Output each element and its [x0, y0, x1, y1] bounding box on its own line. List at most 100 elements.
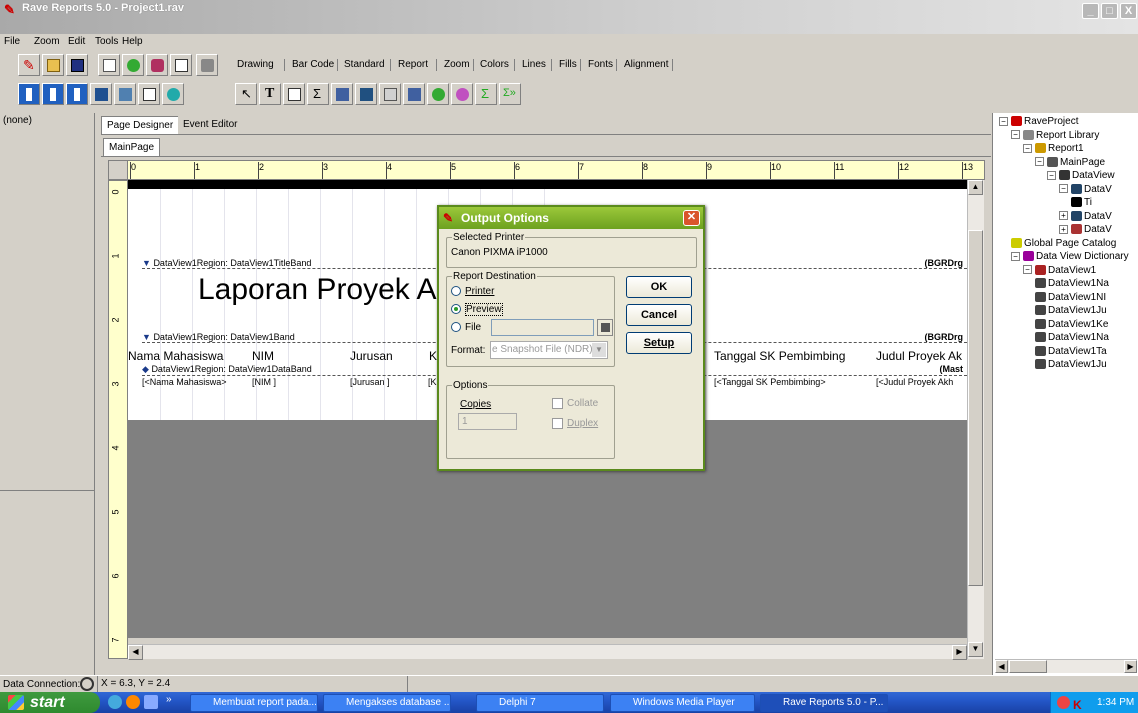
dest-preview-radio[interactable]: Preview [451, 303, 503, 316]
tab-colors[interactable]: Colors [480, 59, 509, 70]
header-nim[interactable]: NIM [252, 349, 274, 363]
dest-printer-radio[interactable]: Printer [451, 286, 494, 297]
tree-node[interactable]: + DataV [1059, 224, 1112, 235]
region-button[interactable] [90, 83, 112, 105]
ie-quicklaunch-icon[interactable] [108, 695, 122, 709]
scroll-thumb[interactable] [968, 230, 983, 586]
start-button[interactable]: start [0, 692, 100, 713]
task-membuat-report[interactable]: Membuat report pada... [190, 694, 318, 712]
horizontal-scrollbar[interactable]: ◀ ▶ [128, 644, 967, 660]
rave-app-icon[interactable]: ✎ [4, 2, 18, 17]
sum-tool[interactable]: Σ [307, 83, 329, 105]
task-mengakses-database[interactable]: Mengakses database ... [323, 694, 451, 712]
minimize-button[interactable]: _ [1082, 3, 1099, 19]
menu-file[interactable]: File [4, 36, 20, 47]
datamemo-tool[interactable] [403, 83, 425, 105]
firefox-quicklaunch-icon[interactable] [126, 695, 140, 709]
header-judul-proyek[interactable]: Judul Proyek Ak [876, 349, 962, 363]
field-judul-proyek[interactable]: [<Judul Proyek Akh [876, 377, 953, 387]
duplex-checkbox[interactable]: Duplex [552, 418, 598, 429]
tree-node[interactable]: Global Page Catalog [1011, 238, 1116, 249]
field-nim[interactable]: [NIM ] [252, 377, 276, 387]
scroll-up-icon[interactable]: ▲ [968, 180, 983, 195]
header-k[interactable]: K [429, 349, 437, 363]
cancel-button[interactable]: Cancel [626, 304, 692, 326]
antivirus-tray-icon[interactable] [1057, 696, 1070, 709]
tree-node[interactable]: DataView1Ta [1035, 346, 1107, 357]
databand-tool[interactable] [355, 83, 377, 105]
copies-input[interactable]: 1 [458, 413, 517, 430]
tab-mainpage[interactable]: MainPage [103, 138, 161, 156]
tab-report[interactable]: Report [398, 59, 428, 70]
datacycle-tool[interactable] [427, 83, 449, 105]
more-quicklaunch-icon[interactable]: » [166, 694, 172, 705]
section-tool[interactable] [331, 83, 353, 105]
scroll-down-icon[interactable]: ▼ [968, 642, 983, 657]
property-panel[interactable]: (none) [0, 113, 95, 675]
rave-logo-button[interactable]: ✎ [18, 54, 40, 76]
tree-node[interactable]: DataView1Ke [1035, 319, 1108, 330]
tree-node[interactable]: − DataView [1047, 170, 1115, 181]
calc-tool[interactable] [451, 83, 473, 105]
collapse-icon[interactable]: − [1011, 130, 1020, 140]
header-nama-mahasiswa[interactable]: Nama Mahasiswa [128, 349, 223, 363]
calcop-tool[interactable]: Σ» [499, 83, 521, 105]
collapse-icon[interactable]: − [1047, 170, 1056, 180]
execute-report-button[interactable] [196, 54, 218, 76]
copy-button[interactable] [98, 54, 120, 76]
tab-event-editor[interactable]: Event Editor [178, 116, 243, 134]
task-rave-reports[interactable]: Rave Reports 5.0 - P... [760, 694, 888, 712]
band-button[interactable] [114, 83, 136, 105]
tab-fills[interactable]: Fills [559, 59, 577, 70]
menu-edit[interactable]: Edit [68, 36, 85, 47]
tree-node[interactable]: DataView1Na [1035, 332, 1109, 343]
file-browse-button[interactable] [597, 319, 613, 336]
scroll-left-icon[interactable]: ◀ [995, 660, 1008, 673]
collapse-icon[interactable]: − [999, 116, 1008, 126]
align-center-button[interactable] [42, 83, 64, 105]
field-tanggal-sk[interactable]: [<Tanggal SK Pembimbing> [714, 377, 826, 387]
menu-help[interactable]: Help [122, 36, 143, 47]
maximize-button[interactable]: □ [1101, 3, 1118, 19]
align-left-button[interactable] [18, 83, 40, 105]
tree-node[interactable]: Ti [1071, 197, 1092, 208]
tab-drawing[interactable]: Drawing [237, 59, 274, 70]
save-button[interactable] [66, 54, 88, 76]
menu-zoom[interactable]: Zoom [34, 36, 60, 47]
collapse-icon[interactable]: − [1023, 265, 1032, 275]
collapse-icon[interactable]: − [1035, 157, 1044, 167]
field-k[interactable]: [K [428, 377, 437, 387]
tree-node[interactable]: DataView1Na [1035, 278, 1109, 289]
scroll-left-icon[interactable]: ◀ [128, 645, 143, 660]
wizard-button[interactable] [162, 83, 184, 105]
tree-node[interactable]: − Report1 [1023, 143, 1084, 154]
new-report-button[interactable] [122, 54, 144, 76]
tree-node[interactable]: DataView1NI [1035, 292, 1106, 303]
tree-node[interactable]: + DataV [1059, 211, 1112, 222]
scroll-right-icon[interactable]: ▶ [1124, 660, 1137, 673]
page-button[interactable] [138, 83, 160, 105]
pointer-tool[interactable]: ↖ [235, 83, 257, 105]
tree-node[interactable]: − Report Library [1011, 130, 1099, 141]
ok-button[interactable]: OK [626, 276, 692, 298]
k-tray-icon[interactable]: K [1073, 695, 1082, 713]
expand-icon[interactable]: + [1059, 224, 1068, 234]
menu-tools[interactable]: Tools [95, 36, 118, 47]
field-jurusan[interactable]: [Jurusan ] [350, 377, 390, 387]
file-path-input[interactable] [491, 319, 594, 336]
tree-node[interactable]: − DataV [1059, 184, 1112, 195]
report-title-text[interactable]: Laporan Proyek A [198, 273, 437, 307]
collapse-icon[interactable]: − [1059, 184, 1068, 194]
tree-hscrollbar[interactable]: ◀ ▶ [995, 659, 1137, 673]
tab-standard[interactable]: Standard [344, 59, 385, 70]
calctotal-tool[interactable]: Σ [475, 83, 497, 105]
open-button[interactable] [42, 54, 64, 76]
new-dataview-button[interactable] [146, 54, 168, 76]
tab-lines[interactable]: Lines [522, 59, 546, 70]
expand-icon[interactable]: + [1059, 211, 1068, 221]
tree-node[interactable]: − RaveProject [999, 116, 1078, 127]
collapse-icon[interactable]: − [1023, 143, 1032, 153]
scroll-right-icon[interactable]: ▶ [952, 645, 967, 660]
tab-page-designer[interactable]: Page Designer [101, 116, 180, 134]
tab-barcode[interactable]: Bar Code [292, 59, 334, 70]
